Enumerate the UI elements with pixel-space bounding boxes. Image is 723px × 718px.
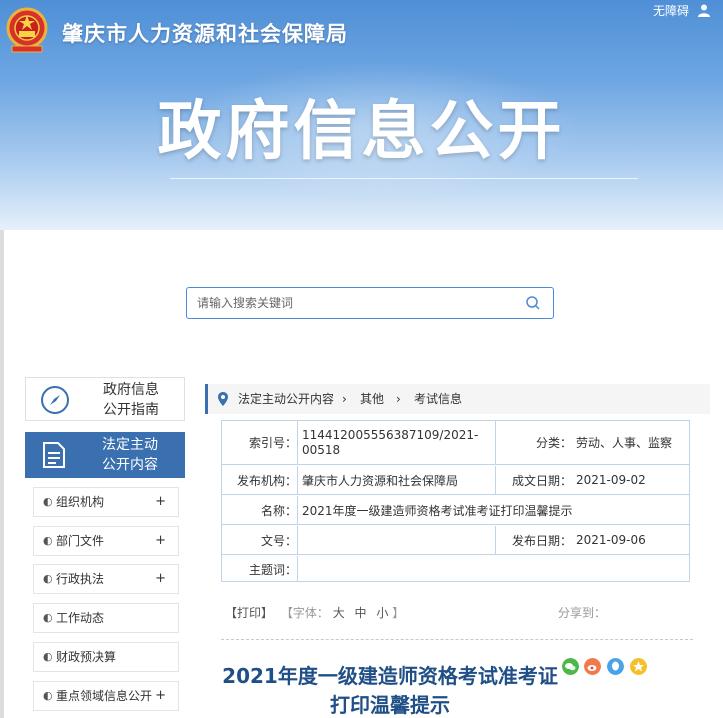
name-value: 2021年度一级建造师资格考试准考证打印温馨提示	[302, 503, 573, 518]
cell-divider	[297, 526, 298, 554]
info-row: 发布机构： 肇庆市人力资源和社会保障局 成文日期： 2021-09-02	[222, 466, 689, 495]
sidebar-item-label: 重点领域信息公开	[56, 689, 153, 703]
font-large-button[interactable]: 大	[333, 604, 345, 621]
cell-divider	[297, 496, 298, 524]
info-row: 索引号： 114412005556387109/2021- 00518 分类： …	[222, 421, 689, 465]
breadcrumb-item[interactable]: 其他	[360, 384, 384, 414]
search-box	[186, 287, 554, 319]
created-date-label: 成文日期：	[511, 473, 572, 488]
publisher-value: 肇庆市人力资源和社会保障局	[302, 473, 459, 488]
sidebar-active-line2: 公开内容	[102, 457, 158, 473]
bullet-icon: ◐	[43, 689, 53, 702]
sidebar-item-label: 部门文件	[56, 534, 105, 548]
compass-icon	[41, 386, 69, 414]
index-value-line2: 00518	[302, 442, 341, 457]
national-emblem-icon	[6, 7, 48, 53]
expand-icon[interactable]: +	[155, 527, 166, 555]
chevron-right-icon: ›	[342, 392, 347, 406]
accessibility-link[interactable]: 无障碍	[653, 2, 689, 19]
header-banner: 肇庆市人力资源和社会保障局 无障碍 政府信息公开	[0, 0, 723, 230]
sidebar-guide-line1: 政府信息	[103, 382, 159, 398]
document-icon	[43, 442, 65, 468]
location-pin-icon	[218, 392, 228, 406]
chevron-right-icon: ›	[396, 392, 401, 406]
banner-divider	[170, 178, 638, 179]
doc-number-value	[302, 526, 492, 554]
sidebar-active-label: 法定主动 公开内容	[85, 435, 175, 475]
qzone-icon[interactable]	[630, 658, 647, 675]
bullet-icon: ◐	[43, 572, 53, 585]
index-value-line1: 114412005556387109/2021-	[302, 427, 479, 442]
bullet-icon: ◐	[43, 650, 53, 663]
sidebar-guide[interactable]: 政府信息 公开指南	[25, 377, 185, 421]
name-label: 名称：	[260, 503, 297, 518]
article-tools: 【打印】 【字体： 大 中 小 】	[225, 604, 404, 621]
sidebar-active-line1: 法定主动	[102, 437, 158, 453]
font-size-end: 】	[392, 606, 405, 620]
doc-number-label: 文号：	[260, 533, 297, 548]
sidebar-item-news[interactable]: ◐ 工作动态	[33, 603, 179, 633]
cell-divider	[297, 466, 298, 494]
font-size-label: 【字体：	[280, 606, 329, 620]
font-medium-button[interactable]: 中	[355, 604, 367, 621]
breadcrumb-item[interactable]: 考试信息	[414, 384, 462, 414]
expand-icon[interactable]: +	[155, 682, 166, 710]
site-name[interactable]: 肇庆市人力资源和社会保障局	[62, 18, 348, 48]
print-button[interactable]: 【打印】	[225, 604, 273, 621]
published-date-value: 2021-09-06	[576, 533, 646, 547]
sidebar-item-budget[interactable]: ◐ 财政预决算	[33, 642, 179, 672]
bullet-icon: ◐	[43, 495, 53, 508]
bullet-icon: ◐	[43, 534, 53, 547]
breadcrumb: 法定主动公开内容 › 其他 › 考试信息	[205, 384, 710, 414]
weibo-icon[interactable]	[584, 658, 601, 675]
sidebar-item-enforcement[interactable]: ◐ 行政执法 +	[33, 564, 179, 594]
cell-divider	[297, 556, 298, 582]
sidebar-item-label: 行政执法	[56, 572, 105, 586]
qq-icon[interactable]	[607, 658, 624, 675]
expand-icon[interactable]: +	[155, 488, 166, 516]
sidebar-item-label: 工作动态	[56, 611, 105, 625]
cell-divider	[297, 421, 298, 464]
subject-label: 主题词：	[248, 562, 297, 577]
user-icon[interactable]	[697, 3, 711, 17]
breadcrumb-item[interactable]: 法定主动公开内容	[238, 384, 334, 414]
search-icon[interactable]	[525, 295, 541, 311]
sidebar-item-key-areas[interactable]: ◐ 重点领域信息公开 +	[33, 681, 179, 711]
category-label: 分类：	[535, 436, 572, 450]
expand-icon[interactable]: +	[155, 565, 166, 593]
sidebar-item-label: 财政预决算	[56, 650, 117, 664]
share-label: 分享到：	[558, 606, 607, 620]
published-date-label: 发布日期：	[511, 533, 572, 548]
bullet-icon: ◐	[43, 611, 53, 624]
search-input[interactable]	[197, 288, 517, 318]
article-title: 2021年度一级建造师资格考试准考证打印温馨提示	[222, 664, 558, 717]
banner-title: 政府信息公开	[157, 95, 566, 169]
index-value: 114412005556387109/2021- 00518	[302, 421, 492, 464]
info-table: 索引号： 114412005556387109/2021- 00518 分类： …	[221, 420, 690, 582]
publisher-label: 发布机构：	[236, 473, 297, 488]
created-date-value: 2021-09-02	[576, 473, 646, 487]
sidebar-item-docs[interactable]: ◐ 部门文件 +	[33, 526, 179, 556]
index-label: 索引号：	[248, 436, 297, 450]
wechat-icon[interactable]	[562, 658, 579, 675]
sidebar-guide-label: 政府信息 公开指南	[86, 380, 176, 420]
subject-value	[302, 556, 687, 582]
category-value: 劳动、人事、监察	[576, 436, 673, 450]
divider	[221, 639, 693, 640]
sidebar-guide-line2: 公开指南	[103, 402, 159, 418]
sidebar-item-label: 组织机构	[56, 495, 105, 509]
info-row: 文号： 发布日期： 2021-09-06	[222, 526, 689, 555]
info-row: 主题词：	[222, 556, 689, 582]
sidebar-active-section[interactable]: 法定主动 公开内容	[25, 432, 185, 478]
sidebar-item-org[interactable]: ◐ 组织机构 +	[33, 487, 179, 517]
info-row: 名称： 2021年度一级建造师资格考试准考证打印温馨提示	[222, 496, 689, 525]
font-small-button[interactable]: 小	[376, 604, 388, 621]
